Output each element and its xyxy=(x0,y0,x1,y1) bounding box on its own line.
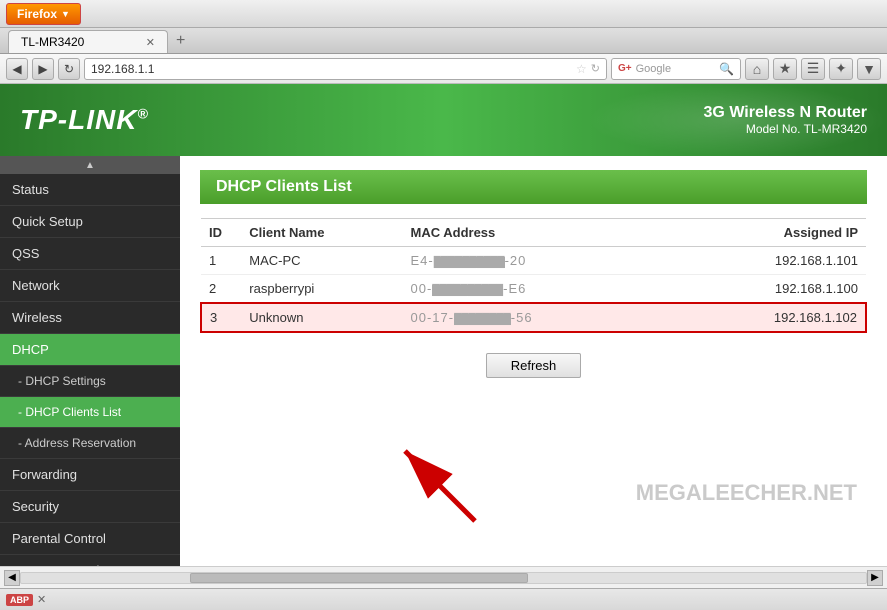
arrow-indicator xyxy=(375,411,495,531)
cell-mac: 00-17-████████-56 xyxy=(403,303,705,332)
tp-link-logo: TP-LINK® xyxy=(20,104,149,136)
table-row: 2 raspberrypi 00-██████████-E6 192.168.1… xyxy=(201,275,866,304)
horizontal-scrollbar[interactable] xyxy=(20,572,867,584)
col-header-id: ID xyxy=(201,219,241,247)
content-inner: DHCP Clients List ID Client Name MAC Add… xyxy=(180,156,887,392)
bookmarks-button[interactable]: ★ xyxy=(773,58,797,80)
menu-button[interactable]: ☰ xyxy=(801,58,825,80)
sidebar-item-address-reservation[interactable]: - Address Reservation xyxy=(0,428,180,459)
google-placeholder: Google xyxy=(636,63,719,75)
cell-id: 1 xyxy=(201,247,241,275)
address-bar[interactable]: 192.168.1.1 ☆ ↻ xyxy=(84,58,607,80)
refresh-icon: ↻ xyxy=(591,62,600,75)
col-header-name: Client Name xyxy=(241,219,402,247)
sidebar-item-security[interactable]: Security xyxy=(0,491,180,523)
firefox-menu-button[interactable]: Firefox xyxy=(6,3,81,25)
sidebar-item-forwarding[interactable]: Forwarding xyxy=(0,459,180,491)
col-header-ip: Assigned IP xyxy=(705,219,866,247)
cell-id: 3 xyxy=(201,303,241,332)
table-row-highlighted: 3 Unknown 00-17-████████-56 192.168.1.10… xyxy=(201,303,866,332)
tab-bar: TL-MR3420 ✕ + xyxy=(0,28,887,54)
new-tab-button[interactable]: + xyxy=(168,29,193,53)
cell-ip: 192.168.1.101 xyxy=(705,247,866,275)
scroll-right-button[interactable]: ▶ xyxy=(867,570,883,586)
col-header-mac: MAC Address xyxy=(403,219,705,247)
refresh-button[interactable]: Refresh xyxy=(486,353,582,378)
star-icon: ☆ xyxy=(576,62,587,76)
cell-ip: 192.168.1.100 xyxy=(705,275,866,304)
content-area: DHCP Clients List ID Client Name MAC Add… xyxy=(180,156,887,566)
nav-bar: ◀ ▶ ↻ 192.168.1.1 ☆ ↻ G+ Google 🔍 ⌂ ★ ☰ … xyxy=(0,54,887,84)
watermark: MEGALEECHER.NET xyxy=(636,480,857,506)
tab-close-icon[interactable]: ✕ xyxy=(146,36,155,49)
scroll-thumb xyxy=(190,573,528,583)
sidebar-item-parental-control[interactable]: Parental Control xyxy=(0,523,180,555)
section-title: DHCP Clients List xyxy=(216,178,352,195)
address-text: 192.168.1.1 xyxy=(91,62,572,76)
tab-title: TL-MR3420 xyxy=(21,35,84,49)
sidebar-item-quick-setup[interactable]: Quick Setup xyxy=(0,206,180,238)
scroll-left-button[interactable]: ◀ xyxy=(4,570,20,586)
refresh-area: Refresh xyxy=(200,353,867,378)
home-button[interactable]: ⌂ xyxy=(745,58,769,80)
sidebar-item-qss[interactable]: QSS xyxy=(0,238,180,270)
status-bar: ABP ✕ xyxy=(0,588,887,610)
clients-table: ID Client Name MAC Address Assigned IP 1… xyxy=(200,218,867,333)
titlebar: Firefox xyxy=(0,0,887,28)
sidebar-item-dhcp[interactable]: DHCP xyxy=(0,334,180,366)
sidebar-item-dhcp-clients[interactable]: - DHCP Clients List xyxy=(0,397,180,428)
reload-button[interactable]: ↻ xyxy=(58,58,80,80)
cell-id: 2 xyxy=(201,275,241,304)
google-search-bar[interactable]: G+ Google 🔍 xyxy=(611,58,741,80)
router-header: TP-LINK® 3G Wireless N Router Model No. … xyxy=(0,84,887,156)
table-row: 1 MAC-PC E4-██████████-20 192.168.1.101 xyxy=(201,247,866,275)
addons-button[interactable]: ✦ xyxy=(829,58,853,80)
sidebar: ▲ Status Quick Setup QSS Network Wireles… xyxy=(0,156,180,566)
sidebar-item-network[interactable]: Network xyxy=(0,270,180,302)
sidebar-item-access-control[interactable]: Access Control xyxy=(0,555,180,566)
cell-name: raspberrypi xyxy=(241,275,402,304)
back-button[interactable]: ◀ xyxy=(6,58,28,80)
cell-mac: E4-██████████-20 xyxy=(403,247,705,275)
adblock-badge[interactable]: ABP xyxy=(6,594,33,606)
cell-name: MAC-PC xyxy=(241,247,402,275)
bottom-scrollbar: ◀ ▶ xyxy=(0,566,887,588)
google-logo-g: G+ xyxy=(618,63,632,74)
browser-tab[interactable]: TL-MR3420 ✕ xyxy=(8,30,168,53)
model-number: Model No. TL-MR3420 xyxy=(704,122,867,136)
section-header: DHCP Clients List xyxy=(200,170,867,204)
cell-name: Unknown xyxy=(241,303,402,332)
sidebar-item-wireless[interactable]: Wireless xyxy=(0,302,180,334)
search-icon: 🔍 xyxy=(719,62,734,76)
forward-button[interactable]: ▶ xyxy=(32,58,54,80)
cell-ip: 192.168.1.102 xyxy=(705,303,866,332)
sidebar-item-status[interactable]: Status xyxy=(0,174,180,206)
product-title: 3G Wireless N Router xyxy=(704,104,867,122)
firefox-label: Firefox xyxy=(17,7,57,21)
sidebar-scroll-up[interactable]: ▲ xyxy=(0,156,180,174)
router-info: 3G Wireless N Router Model No. TL-MR3420 xyxy=(704,104,867,136)
main-layout: ▲ Status Quick Setup QSS Network Wireles… xyxy=(0,156,887,566)
addon-close[interactable]: ✕ xyxy=(37,593,46,606)
tools-button[interactable]: ▼ xyxy=(857,58,881,80)
cell-mac: 00-██████████-E6 xyxy=(403,275,705,304)
sidebar-item-dhcp-settings[interactable]: - DHCP Settings xyxy=(0,366,180,397)
